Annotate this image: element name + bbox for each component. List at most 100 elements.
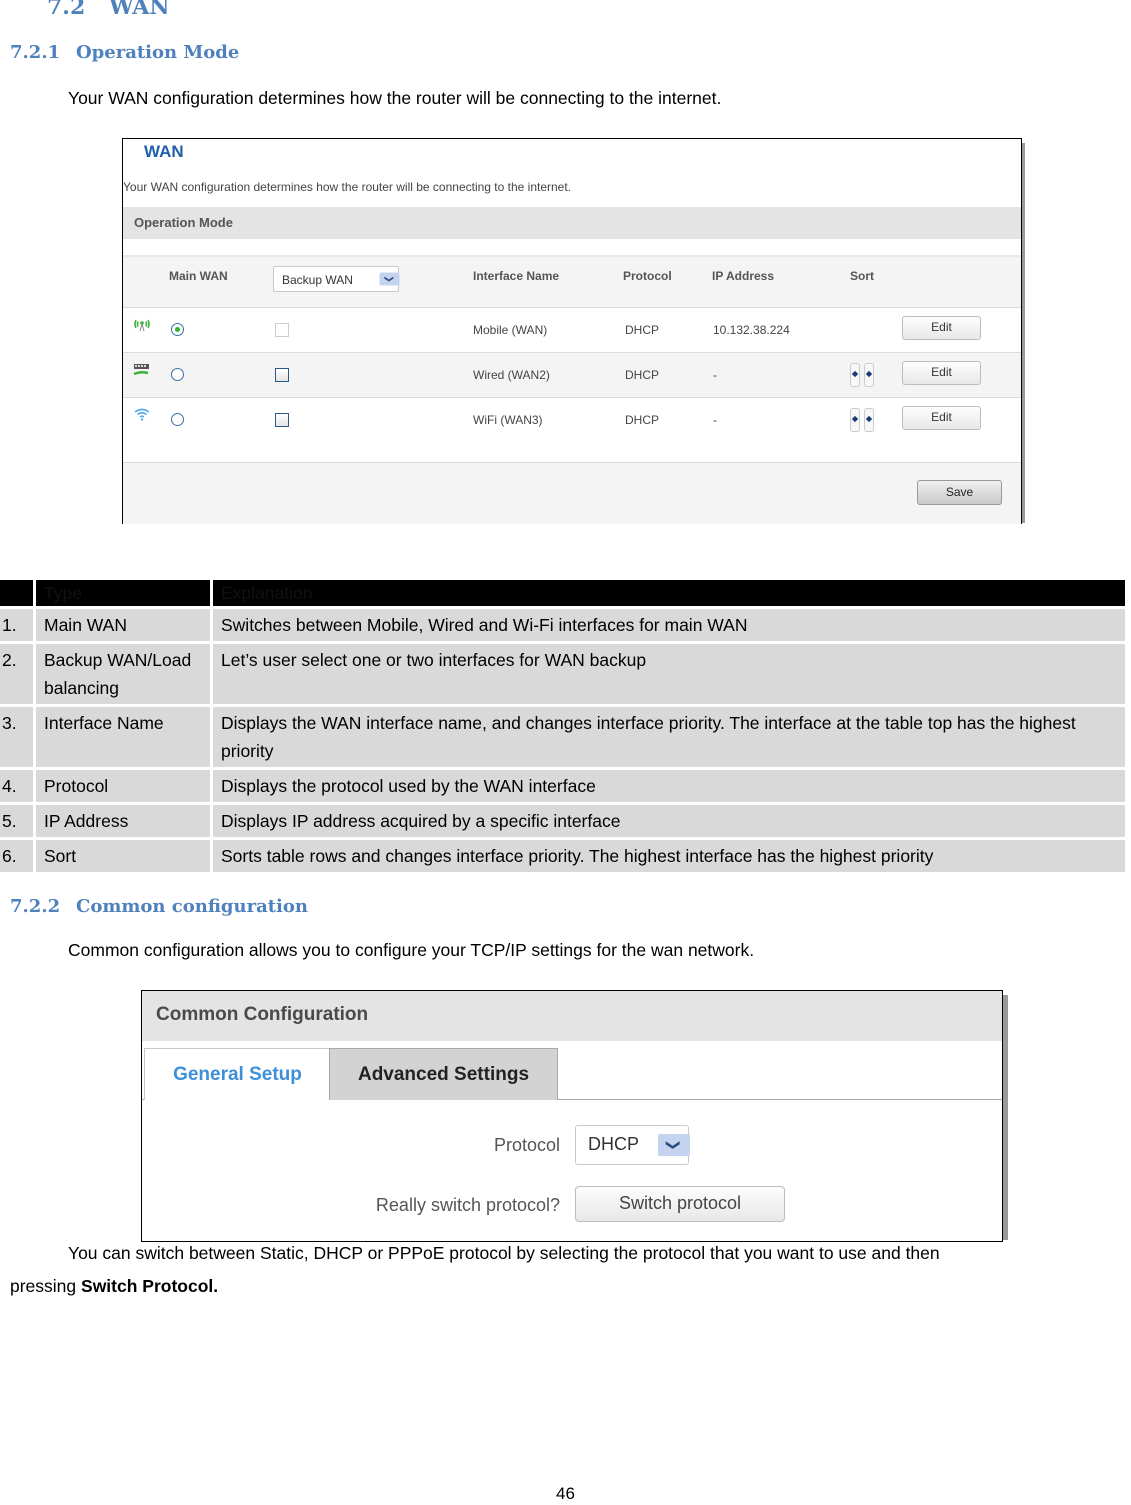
protocol-label: Protocol: [493, 1135, 560, 1155]
main-wan-radio[interactable]: [171, 413, 184, 426]
page-number: 46: [556, 1484, 575, 1503]
tab-advanced-settings[interactable]: Advanced Settings: [329, 1048, 558, 1100]
sort-down-button[interactable]: [864, 363, 874, 387]
table-row: 3. Interface Name Displays the WAN inter…: [0, 707, 1125, 767]
wan-row-mobile: Mobile (WAN) DHCP 10.132.38.224 Edit: [123, 307, 1021, 352]
backup-checkbox[interactable]: [275, 368, 289, 382]
switch-protocol-label: Really switch protocol?: [375, 1195, 560, 1215]
edit-button[interactable]: Edit: [902, 406, 981, 430]
ip-address: -: [713, 368, 717, 382]
row-type: Protocol: [36, 770, 210, 802]
wan-table-header: Main WAN Backup WAN ❯ Interface Name Pro…: [123, 255, 1021, 307]
chevron-down-icon[interactable]: ❯: [379, 272, 400, 286]
subsection-title: Common configuration: [76, 896, 308, 917]
subsection-heading-common-configuration: 7.2.2 Common configuration: [10, 896, 308, 917]
row-explanation: Switches between Mobile, Wired and Wi-Fi…: [213, 609, 1125, 641]
interface-name: Wired (WAN2): [473, 368, 550, 382]
main-wan-radio[interactable]: [171, 368, 184, 381]
row-number: 5.: [0, 805, 33, 837]
mode-select-value: Backup WAN: [282, 273, 353, 287]
table-row: 1. Main WAN Switches between Mobile, Wir…: [0, 609, 1125, 641]
header-type: Type: [36, 580, 210, 606]
row-explanation: Displays the protocol used by the WAN in…: [213, 770, 1125, 802]
wired-ethernet-icon: [133, 364, 149, 376]
row-explanation: Displays IP address acquired by a specif…: [213, 805, 1125, 837]
common-config-screenshot: Common Configuration General Setup Advan…: [141, 990, 1003, 1242]
outro-paragraph-line1: You can switch between Static, DHCP or P…: [68, 1243, 940, 1263]
common-config-header: Common Configuration: [142, 991, 1002, 1041]
outro-paragraph-line2: pressing Switch Protocol.: [10, 1276, 218, 1297]
row-explanation: Displays the WAN interface name, and cha…: [213, 707, 1125, 767]
header-sort: Sort: [850, 269, 874, 283]
row-number: 3.: [0, 707, 33, 767]
row-explanation: Sorts table rows and changes interface p…: [213, 840, 1125, 872]
common-intro-paragraph: Common configuration allows you to confi…: [68, 940, 755, 960]
interface-name: WiFi (WAN3): [473, 413, 543, 427]
subsection-title: Operation Mode: [76, 42, 240, 63]
table-row: 5. IP Address Displays IP address acquir…: [0, 805, 1125, 837]
header-number: [0, 580, 33, 606]
chevron-down-icon[interactable]: ❯: [658, 1134, 690, 1156]
intro-paragraph: Your WAN configuration determines how th…: [68, 88, 722, 108]
outro-text: pressing: [10, 1276, 82, 1296]
row-type: Backup WAN/Load balancing: [36, 644, 210, 704]
subsection-number: 7.2.2: [10, 896, 61, 917]
header-explanation: Explanation: [213, 580, 1125, 606]
row-type: Interface Name: [36, 707, 210, 767]
header-protocol: Protocol: [623, 269, 672, 283]
protocol: DHCP: [625, 413, 660, 427]
wan-footer: Save: [123, 462, 1021, 524]
subsection-heading-operation-mode: 7.2.1 Operation Mode: [10, 42, 239, 63]
row-number: 4.: [0, 770, 33, 802]
table-row: 6. Sort Sorts table rows and changes int…: [0, 840, 1125, 872]
operation-mode-header: Operation Mode: [123, 207, 1021, 239]
protocol-select-value: DHCP: [588, 1134, 640, 1154]
row-number: 6.: [0, 840, 33, 872]
section-number: 7.2: [47, 0, 86, 20]
tab-general-setup[interactable]: General Setup: [144, 1048, 331, 1100]
header-main-wan: Main WAN: [169, 269, 228, 283]
sort-up-button[interactable]: [850, 363, 860, 387]
wan-screenshot: WAN Your WAN configuration determines ho…: [122, 138, 1022, 524]
common-config-title: Common Configuration: [156, 1004, 369, 1025]
row-type: Main WAN: [36, 609, 210, 641]
backup-checkbox[interactable]: [275, 323, 289, 337]
row-type: IP Address: [36, 805, 210, 837]
save-button[interactable]: Save: [917, 480, 1002, 505]
sort-down-button[interactable]: [864, 408, 874, 432]
section-heading: 7.2 WAN: [47, 0, 169, 20]
row-number: 1.: [0, 609, 33, 641]
wan-row-wired: Wired (WAN2) DHCP - Edit: [123, 352, 1021, 397]
explanation-table: Type Explanation 1. Main WAN Switches be…: [0, 577, 1128, 875]
section-title: WAN: [109, 0, 170, 20]
operation-mode-title: Operation Mode: [134, 215, 233, 230]
backup-checkbox[interactable]: [275, 413, 289, 427]
header-ip-address: IP Address: [712, 269, 775, 283]
table-row: 4. Protocol Displays the protocol used b…: [0, 770, 1125, 802]
mode-select[interactable]: Backup WAN ❯: [273, 266, 400, 292]
ip-address: -: [713, 413, 717, 427]
wan-row-wifi: WiFi (WAN3) DHCP - Edit: [123, 397, 1021, 442]
table-row: 2. Backup WAN/Load balancing Let’s user …: [0, 644, 1125, 704]
switch-protocol-button[interactable]: Switch protocol: [575, 1186, 785, 1222]
mobile-antenna-icon: [134, 319, 150, 332]
wifi-icon: [134, 408, 150, 421]
outro-bold-text: Switch Protocol.: [81, 1276, 219, 1296]
ip-address: 10.132.38.224: [713, 323, 790, 337]
header-interface-name: Interface Name: [473, 269, 560, 283]
main-wan-radio[interactable]: [171, 323, 184, 336]
protocol: DHCP: [625, 323, 660, 337]
wan-description: Your WAN configuration determines how th…: [123, 180, 572, 194]
protocol-select[interactable]: DHCP ❯: [575, 1125, 690, 1165]
subsection-number: 7.2.1: [10, 42, 61, 63]
table-header-row: Type Explanation: [0, 580, 1125, 606]
row-explanation: Let’s user select one or two interfaces …: [213, 644, 1125, 704]
row-type: Sort: [36, 840, 210, 872]
sort-up-button[interactable]: [850, 408, 860, 432]
interface-name: Mobile (WAN): [473, 323, 548, 337]
protocol: DHCP: [625, 368, 660, 382]
edit-button[interactable]: Edit: [902, 361, 981, 385]
row-number: 2.: [0, 644, 33, 704]
wan-title: WAN: [144, 142, 184, 161]
edit-button[interactable]: Edit: [902, 316, 981, 340]
